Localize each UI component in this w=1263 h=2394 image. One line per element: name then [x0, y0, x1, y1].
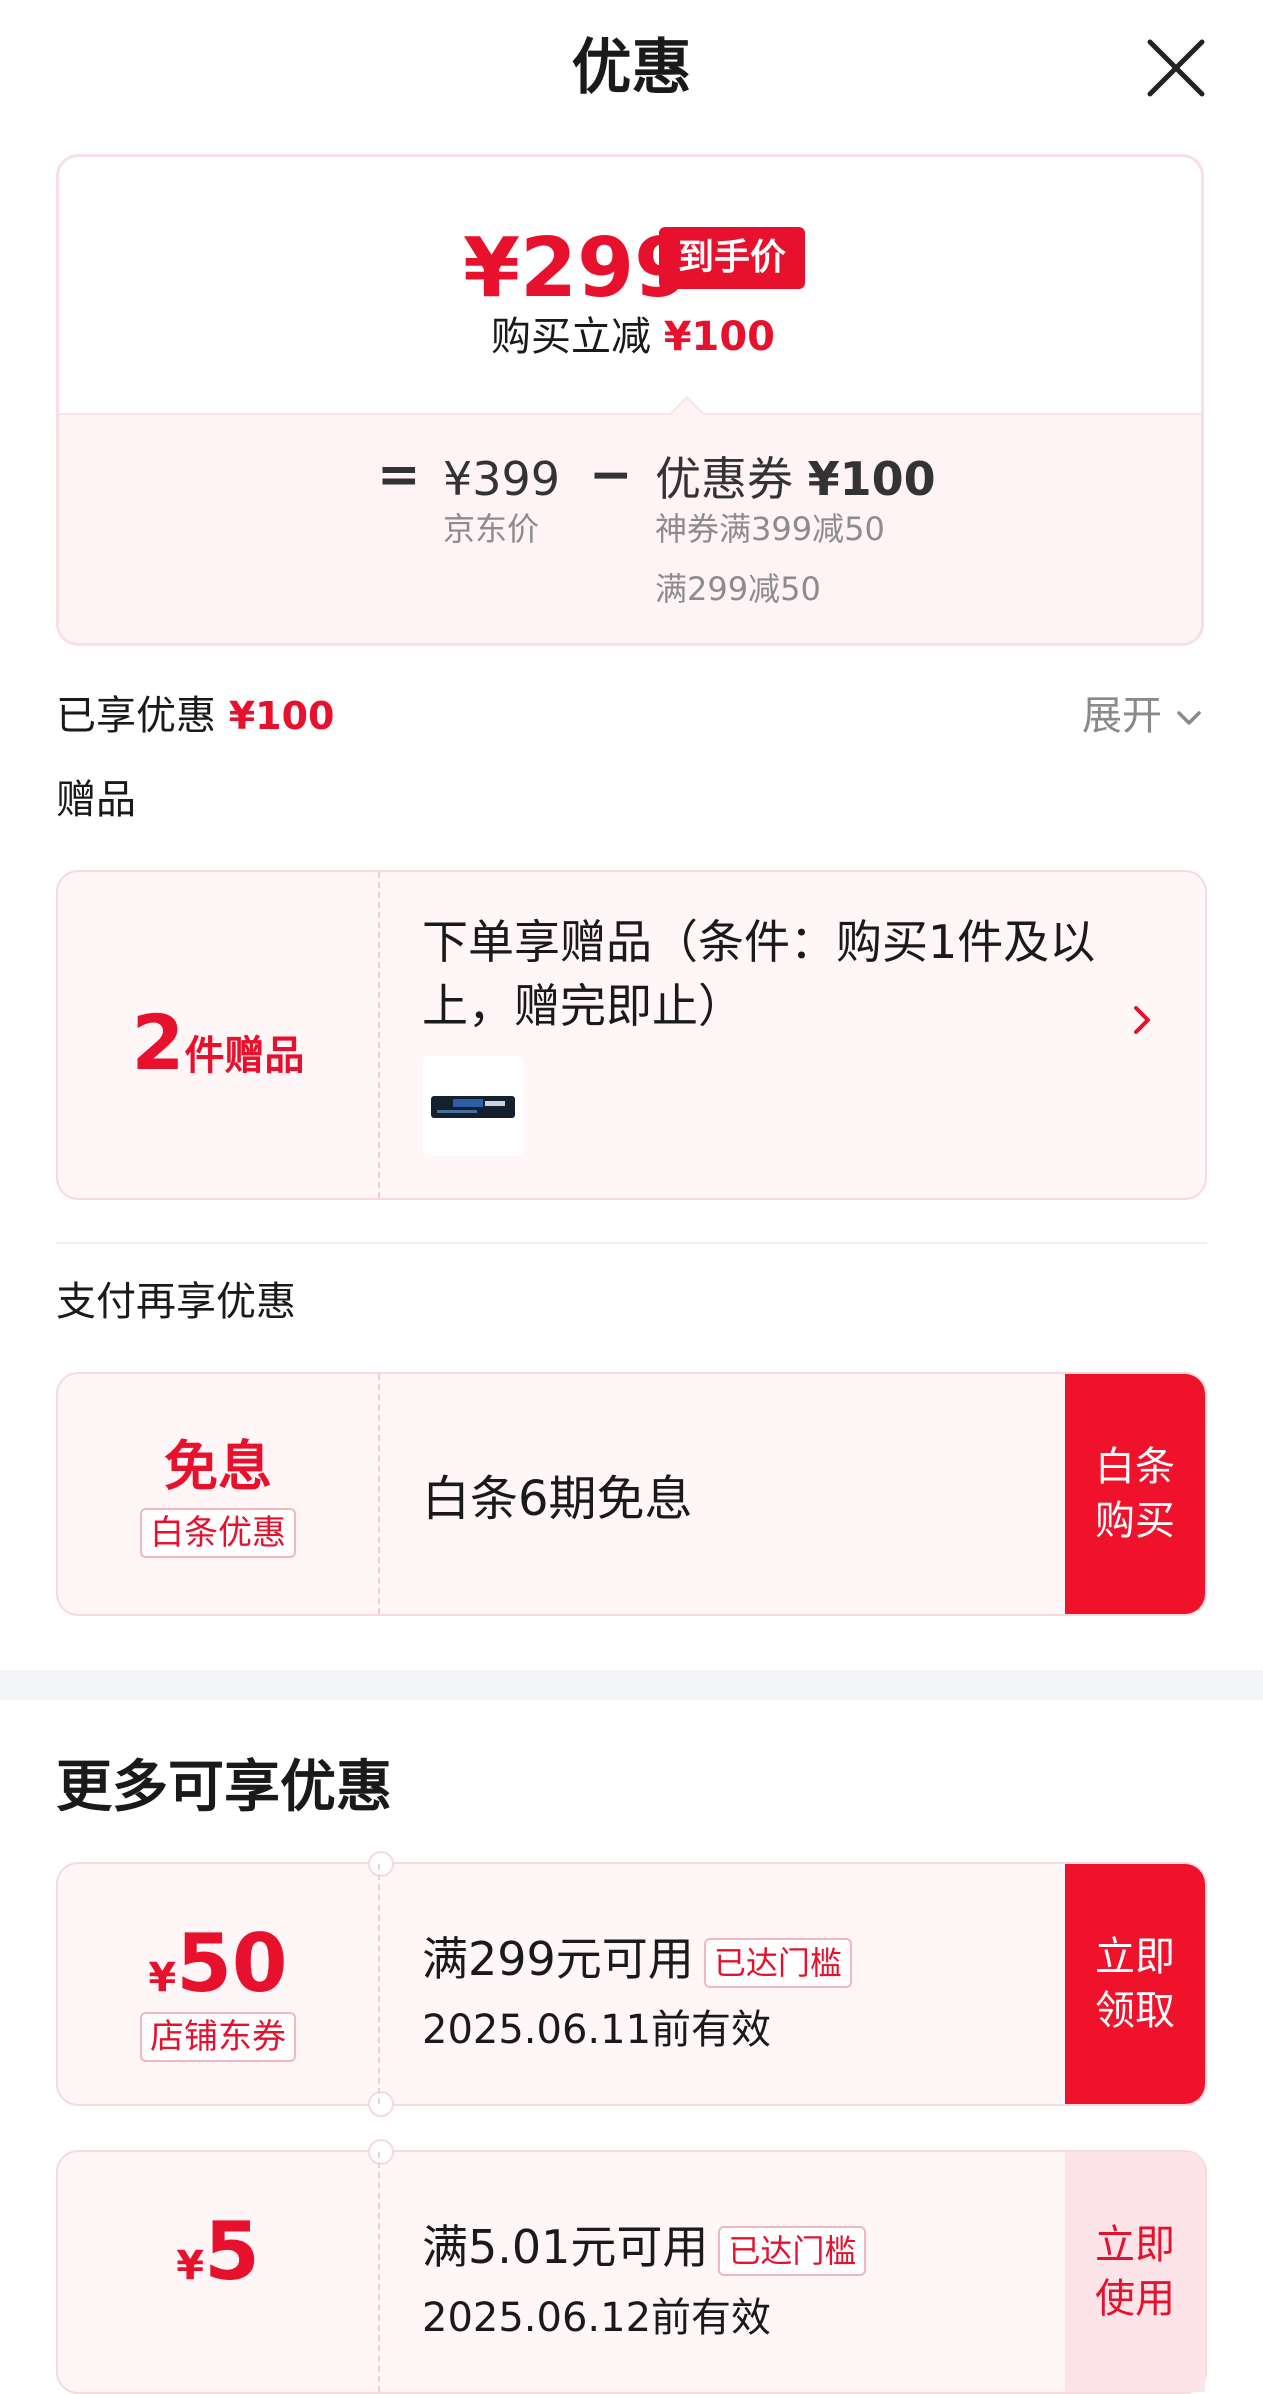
coupon-currency: ¥ — [148, 1955, 177, 2001]
instant-discount: 购买立减 ¥100 — [59, 307, 1201, 367]
final-price: ¥299 — [463, 221, 692, 316]
coupon-value: 50 — [176, 1917, 288, 2010]
pay-section-label: 支付再享优惠 — [56, 1279, 296, 1325]
coupon-validity: 2025.06.11前有效 — [422, 2007, 772, 2053]
coupon-detail-2: 满299减50 — [655, 570, 821, 608]
baitiao-buy-button[interactable]: 白条 购买 — [1065, 1374, 1205, 1614]
gift-count: 2件赠品 — [58, 998, 378, 1087]
action-line-1: 白条 — [1095, 1444, 1175, 1490]
jd-price-label: 京东价 — [443, 510, 540, 548]
coupon-condition-row: 满5.01元可用 已达门槛 — [422, 2212, 867, 2282]
more-discounts-title: 更多可享优惠 — [56, 1755, 392, 1820]
coupon-condition: 满299元可用 — [422, 1932, 694, 1986]
card-divider — [378, 1374, 380, 1614]
action-line-2: 领取 — [1095, 1988, 1175, 2034]
enjoyed-value: ¥100 — [228, 694, 335, 738]
gift-product-thumbnail[interactable] — [423, 1056, 523, 1156]
gift-count-number: 2 — [131, 998, 185, 1087]
interest-free-label: 免息 — [164, 1435, 272, 1498]
action-line-2: 使用 — [1095, 2276, 1175, 2322]
section-divider — [56, 1242, 1207, 1244]
use-coupon-button[interactable]: 立即 使用 — [1065, 2152, 1205, 2392]
action-line-1: 立即 — [1095, 1934, 1175, 1980]
coupon-condition-row: 满299元可用 已达门槛 — [422, 1924, 852, 1994]
card-notch — [368, 2139, 394, 2165]
card-divider — [378, 2152, 380, 2392]
coupon-currency: ¥ — [176, 2243, 205, 2289]
close-icon[interactable] — [1140, 32, 1212, 104]
coupon-amount: ¥50 — [58, 1914, 378, 2014]
baitiao-tag: 白条优惠 — [140, 1508, 296, 1558]
equals-sign: = — [377, 445, 421, 505]
enjoyed-label: 已享优惠 — [56, 693, 216, 739]
price-summary-card: ¥299 到手价 购买立减 ¥100 = ¥399 京东价 − 优惠券 ¥100… — [56, 154, 1204, 646]
coupon-card[interactable]: ¥50 店铺东券 满299元可用 已达门槛 2025.06.11前有效 立即 领取 — [56, 1851, 1207, 2117]
baitiao-card[interactable]: 免息 白条优惠 白条6期免息 白条 购买 — [56, 1372, 1207, 1616]
final-price-badge: 到手价 — [659, 227, 805, 289]
enjoyed-discount: 已享优惠 ¥100 — [56, 686, 334, 746]
coupon-type-wrap: 店铺东券 — [58, 2012, 378, 2062]
coupon-validity: 2025.06.12前有效 — [422, 2295, 772, 2341]
coupon-amount: ¥5 — [58, 2202, 378, 2302]
card-notch — [368, 2091, 394, 2117]
threshold-reached-tag: 已达门槛 — [718, 2225, 867, 2276]
instant-discount-label: 购买立减 — [490, 314, 651, 360]
chevron-down-icon — [1176, 711, 1201, 725]
jd-price: ¥399 — [443, 452, 561, 506]
gift-count-unit: 件赠品 — [184, 1033, 305, 1079]
coupon-value: 5 — [204, 2205, 260, 2298]
coupon-detail-1: 神券满399减50 — [655, 510, 885, 548]
claim-coupon-button[interactable]: 立即 领取 — [1065, 1864, 1205, 2104]
expand-toggle[interactable]: 展开 — [1082, 686, 1203, 746]
baitiao-description: 白条6期免息 — [422, 1471, 693, 1527]
coupon-condition: 满5.01元可用 — [422, 2220, 709, 2274]
coupon-type-tag: 店铺东券 — [140, 2012, 296, 2062]
coupon-total-value: ¥100 — [807, 452, 936, 506]
minus-sign: − — [589, 445, 633, 505]
instant-discount-value: ¥100 — [663, 314, 776, 360]
action-line-1: 立即 — [1095, 2222, 1175, 2268]
chevron-right-icon — [1134, 1006, 1150, 1034]
card-notch — [368, 1851, 394, 1877]
page-title: 优惠 — [571, 33, 692, 103]
coupon-total-label: 优惠券 — [655, 452, 793, 506]
gift-card[interactable]: 2件赠品 下单享赠品（条件：购买1件及以上，赠完即止） — [56, 870, 1207, 1200]
expand-label: 展开 — [1082, 693, 1162, 739]
card-divider — [378, 1864, 380, 2104]
card-divider — [378, 872, 380, 1198]
threshold-reached-tag: 已达门槛 — [703, 1937, 852, 1988]
coupon-total: 优惠券 ¥100 — [655, 449, 936, 509]
section-separator — [0, 1670, 1263, 1700]
gift-description: 下单享赠品（条件：购买1件及以上，赠完即止） — [422, 915, 1096, 1033]
product-image — [431, 1096, 515, 1118]
baitiao-tag-wrap: 白条优惠 — [58, 1508, 378, 1558]
coupon-card[interactable]: ¥5 满5.01元可用 已达门槛 2025.06.12前有效 立即 使用 — [56, 2139, 1207, 2394]
action-line-2: 购买 — [1095, 1498, 1175, 1544]
gift-section-label: 赠品 — [56, 777, 136, 823]
